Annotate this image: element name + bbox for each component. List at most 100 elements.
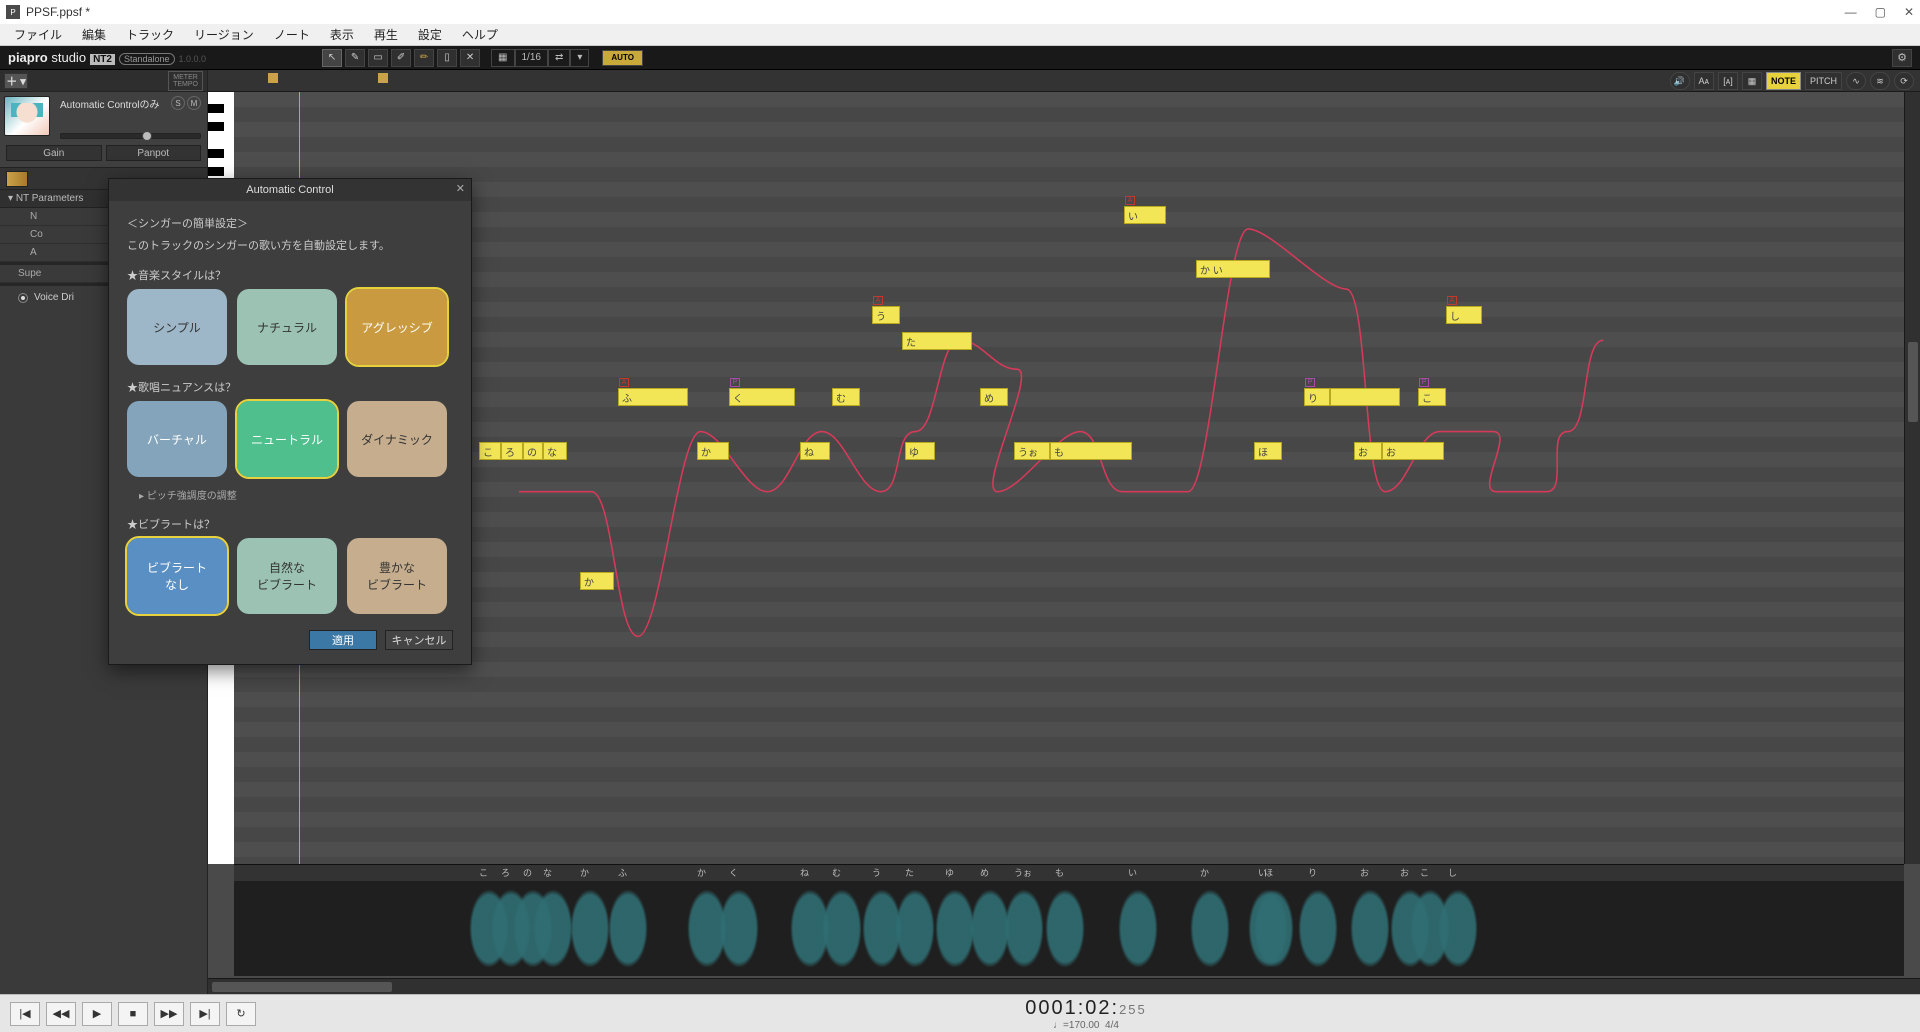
- volume-slider[interactable]: [60, 133, 201, 139]
- lyric-mode-icon[interactable]: Aᴀ: [1694, 72, 1714, 90]
- quant-grid-icon[interactable]: ▦: [491, 49, 514, 67]
- panpot-button[interactable]: Panpot: [106, 145, 202, 161]
- sparkle-icon[interactable]: [6, 171, 28, 187]
- phoneme-label[interactable]: た: [905, 866, 914, 879]
- note[interactable]: しA: [1446, 306, 1482, 324]
- forward-button[interactable]: ▶▶: [154, 1002, 184, 1026]
- note[interactable]: た: [902, 332, 972, 350]
- tool-line-icon[interactable]: ✐: [391, 49, 411, 67]
- vibrato-rich[interactable]: 豊かな ビブラート: [347, 538, 447, 614]
- phoneme-strip[interactable]: ころのなかふかくねむうたゆめうぉもいかいほりおおこし: [234, 865, 1904, 881]
- waveform-lane[interactable]: [234, 881, 1904, 976]
- nuance-virtual[interactable]: バーチャル: [127, 401, 227, 477]
- tool-draw-icon[interactable]: ✎: [345, 49, 365, 67]
- note[interactable]: か: [697, 442, 729, 460]
- note[interactable]: ろ: [501, 442, 523, 460]
- wave1-icon[interactable]: ∿: [1846, 72, 1866, 90]
- apply-button[interactable]: 適用: [309, 630, 377, 650]
- quant-value[interactable]: 1/16: [515, 49, 548, 67]
- note[interactable]: りP: [1304, 388, 1330, 406]
- phoneme-label[interactable]: ゆ: [945, 866, 954, 879]
- dialog-title[interactable]: Automatic Control ✕: [109, 179, 471, 201]
- menu-note[interactable]: ノート: [264, 24, 320, 45]
- window-close[interactable]: ✕: [1904, 5, 1914, 19]
- phoneme-label[interactable]: こ: [1420, 866, 1429, 879]
- track-header[interactable]: Automatic Controlのみ S M Gain Panpot: [0, 92, 207, 167]
- phoneme-label[interactable]: う: [872, 866, 881, 879]
- quant-arrows-icon[interactable]: ⇄: [548, 49, 570, 67]
- phoneme-label[interactable]: うぉ: [1014, 866, 1032, 879]
- phoneme-label[interactable]: も: [1055, 866, 1064, 879]
- dialog-close-icon[interactable]: ✕: [456, 182, 465, 195]
- menu-help[interactable]: ヘルプ: [452, 24, 508, 45]
- note-grid[interactable]: ころのなかふAかくPねむうAたゆめうぉもいAか いほりPおおこPしA: [234, 92, 1904, 864]
- note[interactable]: ほ: [1254, 442, 1282, 460]
- voice-drive-radio[interactable]: [18, 293, 28, 303]
- phoneme-label[interactable]: お: [1360, 866, 1369, 879]
- tool-erase-icon[interactable]: ▭: [368, 49, 388, 67]
- window-maximize[interactable]: ▢: [1875, 5, 1886, 19]
- mute-button[interactable]: M: [187, 96, 201, 110]
- pitch-view-button[interactable]: PITCH: [1805, 72, 1842, 90]
- phoneme-label[interactable]: な: [543, 866, 552, 879]
- style-aggressive[interactable]: アグレッシブ: [347, 289, 447, 365]
- note[interactable]: ね: [800, 442, 830, 460]
- style-natural[interactable]: ナチュラル: [237, 289, 337, 365]
- menu-track[interactable]: トラック: [116, 24, 184, 45]
- phoneme-label[interactable]: か: [1200, 866, 1209, 879]
- refresh-icon[interactable]: ⟳: [1894, 72, 1914, 90]
- speaker-icon[interactable]: 🔊: [1670, 72, 1690, 90]
- auto-button[interactable]: AUTO: [602, 50, 643, 66]
- phoneme-label[interactable]: り: [1308, 866, 1317, 879]
- phoneme-label[interactable]: ほ: [1264, 866, 1273, 879]
- note-view-button[interactable]: NOTE: [1766, 72, 1801, 90]
- solo-button[interactable]: S: [171, 96, 185, 110]
- stop-button[interactable]: ■: [118, 1002, 148, 1026]
- phoneme-mode-icon[interactable]: [ᴀ]: [1718, 72, 1738, 90]
- singer-avatar[interactable]: [4, 96, 50, 136]
- loop-button[interactable]: ↻: [226, 1002, 256, 1026]
- settings-gear-icon[interactable]: ⚙: [1892, 49, 1912, 67]
- wave2-icon[interactable]: ≋: [1870, 72, 1890, 90]
- quant-tri-icon[interactable]: ▾: [570, 49, 589, 67]
- menu-region[interactable]: リージョン: [184, 24, 264, 45]
- phoneme-label[interactable]: か: [697, 866, 706, 879]
- note[interactable]: か い: [1196, 260, 1270, 278]
- note[interactable]: いA: [1124, 206, 1166, 224]
- style-simple[interactable]: シンプル: [127, 289, 227, 365]
- window-minimize[interactable]: —: [1845, 5, 1857, 19]
- pitch-adjust-toggle[interactable]: ▸ ピッチ強調度の調整: [139, 487, 453, 502]
- menu-view[interactable]: 表示: [320, 24, 364, 45]
- tool-erase2-icon[interactable]: ▯: [437, 49, 457, 67]
- vertical-scrollbar[interactable]: [1904, 92, 1920, 864]
- phoneme-label[interactable]: め: [980, 866, 989, 879]
- menu-edit[interactable]: 編集: [72, 24, 116, 45]
- note[interactable]: くP: [729, 388, 795, 406]
- menu-file[interactable]: ファイル: [4, 24, 72, 45]
- loop-marker[interactable]: [378, 73, 388, 83]
- phoneme-label[interactable]: お: [1400, 866, 1409, 879]
- note[interactable]: [1330, 388, 1400, 406]
- phoneme-label[interactable]: く: [729, 866, 738, 879]
- gain-button[interactable]: Gain: [6, 145, 102, 161]
- tool-select-icon[interactable]: ↖: [322, 49, 342, 67]
- note[interactable]: お: [1382, 442, 1444, 460]
- loop-marker[interactable]: [268, 73, 278, 83]
- tool-delete-icon[interactable]: ✕: [460, 49, 480, 67]
- horizontal-scrollbar[interactable]: [208, 978, 1920, 994]
- tool-pen-gold-icon[interactable]: ✏: [414, 49, 434, 67]
- nuance-neutral[interactable]: ニュートラル: [237, 401, 337, 477]
- phoneme-label[interactable]: い: [1128, 866, 1137, 879]
- nuance-dynamic[interactable]: ダイナミック: [347, 401, 447, 477]
- note[interactable]: ふA: [618, 388, 688, 406]
- phoneme-label[interactable]: ね: [800, 866, 809, 879]
- note[interactable]: も: [1050, 442, 1132, 460]
- phoneme-label[interactable]: む: [832, 866, 841, 879]
- go-end-button[interactable]: ▶|: [190, 1002, 220, 1026]
- phoneme-label[interactable]: の: [523, 866, 532, 879]
- phoneme-label[interactable]: こ: [479, 866, 488, 879]
- note[interactable]: お: [1354, 442, 1382, 460]
- phoneme-label[interactable]: ふ: [618, 866, 627, 879]
- note[interactable]: こ: [479, 442, 501, 460]
- go-start-button[interactable]: |◀: [10, 1002, 40, 1026]
